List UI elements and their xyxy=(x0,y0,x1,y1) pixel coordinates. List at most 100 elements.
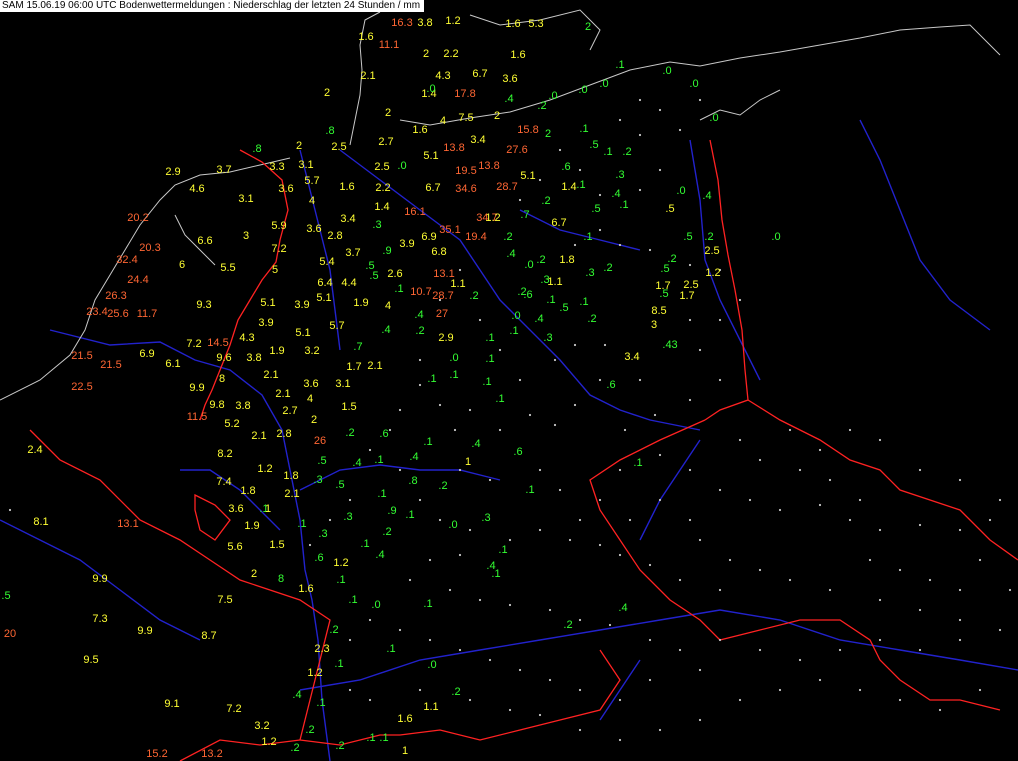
station-dot xyxy=(438,403,442,407)
station-label-s166: .1 xyxy=(485,353,494,365)
station-label-s165: 2.1 xyxy=(367,360,382,372)
station-dot xyxy=(898,698,902,702)
station-label-s290: .5 xyxy=(559,302,568,314)
station-dot xyxy=(698,718,702,722)
station-label-s278: .5 xyxy=(665,203,674,215)
station-label-s250: 20 xyxy=(4,628,16,640)
station-label-s128: .2 xyxy=(469,290,478,302)
station-dot xyxy=(368,698,372,702)
station-label-s118: 1.7 xyxy=(679,290,694,302)
station-dot xyxy=(578,168,582,172)
station-label-s257: .1 xyxy=(334,658,343,670)
station-dot xyxy=(758,458,762,462)
coast-zealand xyxy=(469,9,601,51)
station-label-s245: .0 xyxy=(371,599,380,611)
station-dot xyxy=(578,728,582,732)
station-dot xyxy=(573,243,577,247)
station-dot xyxy=(478,598,482,602)
station-label-s221: 1.9 xyxy=(244,520,259,532)
station-label-s181: 3.8 xyxy=(235,400,250,412)
station-dot xyxy=(818,503,822,507)
station-dot xyxy=(438,518,442,522)
station-dot xyxy=(698,98,702,102)
station-label-s267: 3.2 xyxy=(254,720,269,732)
station-label-s114: 4.4 xyxy=(341,277,356,289)
station-label-s180: 9.8 xyxy=(209,399,224,411)
station-label-s24: .0 xyxy=(662,65,671,77)
station-label-s84: 6.7 xyxy=(551,217,566,229)
station-label-s208: .8 xyxy=(408,475,417,487)
station-dot xyxy=(928,578,932,582)
station-label-s26: 2 xyxy=(385,107,391,119)
station-label-s182: 2.7 xyxy=(282,405,297,417)
station-label-s295: .2 xyxy=(603,262,612,274)
station-label-s251: 9.9 xyxy=(137,625,152,637)
station-label-s66: .3 xyxy=(615,169,624,181)
station-label-s117: .5 xyxy=(660,263,669,275)
station-dot xyxy=(778,688,782,692)
station-dot xyxy=(598,498,602,502)
station-label-s156: 3.2 xyxy=(304,345,319,357)
station-dot xyxy=(498,348,502,352)
station-label-s76: 20.2 xyxy=(127,212,148,224)
station-label-s173: .1 xyxy=(449,369,458,381)
station-label-s3: 1.2 xyxy=(445,15,460,27)
station-label-s259: 1.2 xyxy=(307,667,322,679)
station-label-s243: .5 xyxy=(1,590,10,602)
station-dot xyxy=(308,543,312,547)
station-dot xyxy=(818,678,822,682)
station-label-s260: .4 xyxy=(292,689,301,701)
station-label-s74: .5 xyxy=(591,203,600,215)
station-label-s63: 34.6 xyxy=(455,183,476,195)
station-label-s37: .8 xyxy=(252,143,261,155)
station-label-s225: .3 xyxy=(481,512,490,524)
station-label-s282: .4 xyxy=(611,188,620,200)
station-dot xyxy=(678,578,682,582)
station-label-s298: .1 xyxy=(394,283,403,295)
station-dot xyxy=(623,428,627,432)
station-dot xyxy=(788,428,792,432)
station-label-s99: .2 xyxy=(536,254,545,266)
station-label-s27: 4 xyxy=(440,115,446,127)
station-dot xyxy=(458,268,462,272)
station-dot xyxy=(418,688,422,692)
station-label-s47: 3.7 xyxy=(216,164,231,176)
station-label-s178: 4 xyxy=(307,393,313,405)
station-label-s144: 4.3 xyxy=(239,332,254,344)
station-dot xyxy=(678,128,682,132)
station-label-s140: .0 xyxy=(511,310,520,322)
station-dot xyxy=(638,378,642,382)
station-dot xyxy=(368,618,372,622)
border-lux xyxy=(194,493,231,541)
station-label-s119: 26.3 xyxy=(105,290,126,302)
station-dot xyxy=(788,578,792,582)
station-label-s43: 27.6 xyxy=(506,144,527,156)
station-dot xyxy=(998,498,1002,502)
station-dot xyxy=(418,358,422,362)
station-dot xyxy=(978,688,982,692)
station-label-s174: .1 xyxy=(482,376,491,388)
station-label-s216: 1 xyxy=(265,503,271,515)
station-label-s92: .0 xyxy=(771,231,780,243)
station-label-s186: 2 xyxy=(311,414,317,426)
station-label-s184: 11.5 xyxy=(187,411,208,423)
station-dot xyxy=(688,468,692,472)
station-label-s233: 1.2 xyxy=(333,557,348,569)
station-dot xyxy=(828,588,832,592)
station-label-s289: 2.5 xyxy=(683,279,698,291)
border-fr-ch xyxy=(179,739,301,761)
station-dot xyxy=(488,658,492,662)
station-dot xyxy=(553,358,557,362)
station-label-s197: .5 xyxy=(317,455,326,467)
station-label-s10: 2.2 xyxy=(443,48,458,60)
station-label-s207: .5 xyxy=(335,479,344,491)
station-label-s280: 1.2 xyxy=(485,212,500,224)
station-label-s33: 15.8 xyxy=(517,124,538,136)
station-label-s190: .2 xyxy=(345,427,354,439)
station-label-s288: 1.7 xyxy=(655,280,670,292)
station-dot xyxy=(578,518,582,522)
station-dot xyxy=(858,688,862,692)
station-label-s240: 1.6 xyxy=(298,583,313,595)
station-label-s13: 4.3 xyxy=(435,70,450,82)
station-label-s273: .1 xyxy=(379,732,388,744)
